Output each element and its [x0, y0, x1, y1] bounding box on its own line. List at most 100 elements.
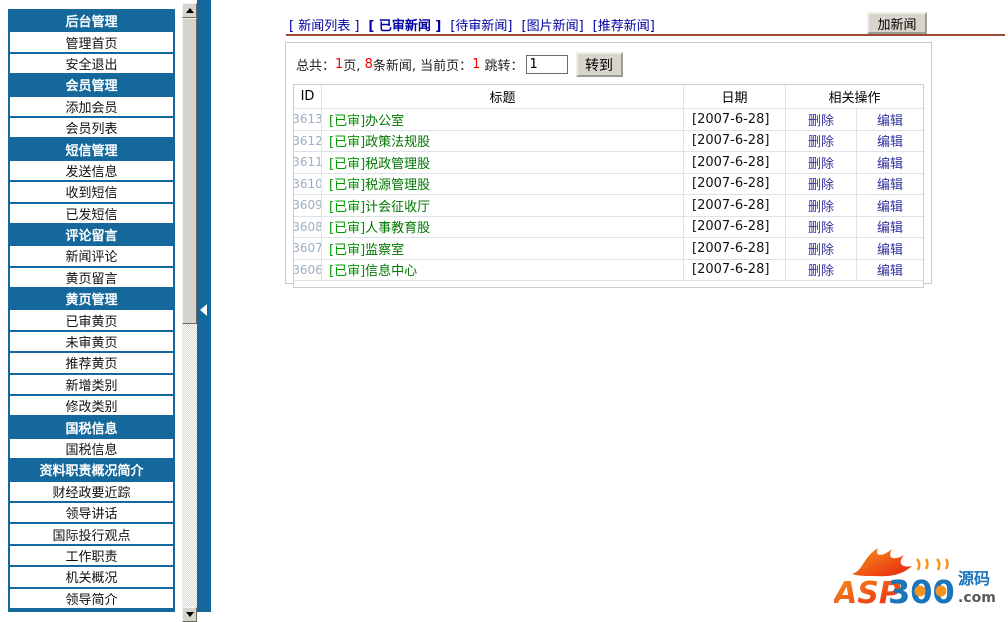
news-title-cell: [已审] 办公室 [321, 109, 683, 130]
scroll-up-button[interactable] [182, 3, 197, 18]
logo-com-text: .com [958, 590, 996, 606]
flame-icon [852, 548, 912, 577]
delete-link[interactable]: 删除 [808, 260, 834, 279]
edit-link[interactable]: 编辑 [877, 110, 903, 129]
add-news-button[interactable]: 加新闻 [867, 12, 927, 34]
sidebar-item[interactable]: 会员列表 [10, 117, 173, 140]
news-date: [2007-6-28] [683, 173, 785, 194]
sidebar-item[interactable]: 国税信息 [10, 438, 173, 461]
scrollbar-thumb[interactable] [182, 18, 197, 324]
sidebar-item[interactable]: 收到短信 [10, 182, 173, 204]
sidebar-item-label: 未审黄页 [65, 336, 118, 352]
logo-zero-dot [914, 585, 926, 597]
news-count-value: 8 [364, 57, 373, 72]
arrow-down-icon [185, 612, 194, 617]
current-page-value: 1 [472, 57, 481, 72]
sidebar-item[interactable]: 新增类别 [10, 374, 173, 397]
sidebar-item-label: 工作职责 [65, 549, 118, 565]
news-status-badge: [已审] [329, 135, 366, 151]
news-title-link[interactable]: 办公室 [365, 110, 404, 129]
pages-suffix: 页, [343, 59, 365, 74]
news-id: 3611 [294, 155, 321, 170]
sidebar-item[interactable]: 管理首页 [10, 32, 173, 54]
news-date: [2007-6-28] [683, 109, 785, 130]
jump-page-input[interactable] [525, 55, 568, 74]
news-id: 3606 [294, 262, 321, 277]
edit-link[interactable]: 编辑 [877, 239, 903, 258]
sidebar-scrollbar[interactable] [182, 3, 197, 622]
arrow-up-icon [185, 8, 194, 13]
sidebar-item[interactable]: 未审黄页 [10, 331, 173, 354]
sidebar-item[interactable]: 推荐黄页 [10, 353, 173, 375]
news-nav-tab[interactable]: [推荐新闻] [593, 15, 655, 34]
column-header-date: 日期 [683, 85, 785, 108]
news-title-link[interactable]: 政策法规股 [365, 131, 430, 150]
sidebar-item[interactable]: 会员管理 [10, 75, 173, 97]
sidebar-item[interactable]: 财经政要近踪 [10, 481, 173, 503]
sidebar-collapse-strip[interactable] [197, 0, 211, 612]
sidebar-item-label: 财经政要近踪 [52, 485, 131, 501]
edit-link[interactable]: 编辑 [877, 196, 903, 215]
edit-link[interactable]: 编辑 [877, 153, 903, 172]
sidebar-item[interactable]: 领导讲话 [10, 502, 173, 525]
scroll-down-button[interactable] [182, 607, 197, 622]
news-title-link[interactable]: 计会征收厅 [365, 196, 430, 215]
sidebar-item[interactable]: 国税信息 [10, 417, 173, 439]
news-title-link[interactable]: 人事教育股 [365, 217, 430, 236]
sidebar-item[interactable]: 机关概况 [10, 567, 173, 589]
sidebar-item[interactable]: 发送信息 [10, 160, 173, 183]
sidebar-item[interactable]: 资料职责概况简介 [10, 460, 173, 482]
delete-link[interactable]: 删除 [808, 110, 834, 129]
news-status-badge: [已审] [329, 199, 366, 215]
news-title-link[interactable]: 信息中心 [365, 260, 417, 279]
news-nav-tab[interactable]: [ 新闻列表 ] [289, 15, 359, 34]
delete-link[interactable]: 删除 [808, 217, 834, 236]
news-nav-tab[interactable]: [待审新闻] [450, 15, 512, 34]
table-filler-row [294, 280, 923, 287]
column-header-ops: 相关操作 [785, 85, 923, 108]
sidebar-item[interactable]: 安全退出 [10, 53, 173, 76]
delete-link[interactable]: 删除 [808, 153, 834, 172]
news-date: [2007-6-28] [683, 216, 785, 237]
edit-link[interactable]: 编辑 [877, 131, 903, 150]
sidebar-item[interactable]: 评论留言 [10, 224, 173, 247]
sidebar-item[interactable]: 工作职责 [10, 545, 173, 568]
sidebar-item[interactable]: 后台管理 [10, 11, 173, 33]
sidebar-item[interactable]: 黄页管理 [10, 289, 173, 311]
news-nav-tab[interactable]: [图片新闻] [522, 15, 584, 34]
edit-link[interactable]: 编辑 [877, 217, 903, 236]
sidebar-item[interactable]: 添加会员 [10, 96, 173, 118]
delete-link[interactable]: 删除 [808, 239, 834, 258]
news-title-link[interactable]: 税源管理股 [365, 174, 430, 193]
sidebar-item-label: 黄页留言 [65, 271, 118, 287]
news-table-row: 3610 [已审] 税源管理股 [2007-6-28] 删除 编辑 [294, 172, 923, 194]
news-table-row: 3609 [已审] 计会征收厅 [2007-6-28] 删除 编辑 [294, 194, 923, 216]
logo-zero-dot [935, 585, 947, 597]
news-status-badge: [已审] [329, 156, 366, 172]
news-table-row: 3611 [已审] 税政管理股 [2007-6-28] 删除 编辑 [294, 151, 923, 173]
edit-link[interactable]: 编辑 [877, 260, 903, 279]
news-panel: 总共： 1 页, 8 条新闻, 当前页： 1 跳转： 转到 ID 标题 日期 相… [285, 42, 932, 288]
sidebar-item[interactable]: 修改类别 [10, 396, 173, 418]
news-title-cell: [已审] 税源管理股 [321, 173, 683, 194]
sidebar-item[interactable]: 已发短信 [10, 203, 173, 225]
sidebar-item[interactable]: 黄页留言 [10, 267, 173, 290]
news-id: 3612 [294, 133, 321, 148]
sidebar-item[interactable]: 新闻评论 [10, 246, 173, 268]
news-title-link[interactable]: 税政管理股 [365, 153, 430, 172]
sidebar-item[interactable]: 短信管理 [10, 139, 173, 161]
go-button[interactable]: 转到 [575, 52, 623, 77]
edit-link[interactable]: 编辑 [877, 174, 903, 193]
news-title-link[interactable]: 监察室 [365, 239, 404, 258]
sidebar-item[interactable]: 国际投行观点 [10, 524, 173, 546]
delete-link[interactable]: 删除 [808, 174, 834, 193]
sidebar-item[interactable]: 领导简介 [10, 588, 173, 610]
sidebar-menu: 后台管理 管理首页 安全退出 会员管理 添加会员 会员列表 短信管理 发送信息 … [8, 9, 175, 612]
delete-link[interactable]: 删除 [808, 131, 834, 150]
news-nav-tab[interactable]: [ 已审新闻 ] [368, 15, 441, 34]
sidebar-item[interactable]: 已审黄页 [10, 310, 173, 332]
sidebar-item-label: 国税信息 [65, 443, 118, 458]
delete-link[interactable]: 删除 [808, 196, 834, 215]
sidebar-item-label: 会员管理 [65, 79, 118, 95]
news-id: 3613 [294, 112, 321, 127]
